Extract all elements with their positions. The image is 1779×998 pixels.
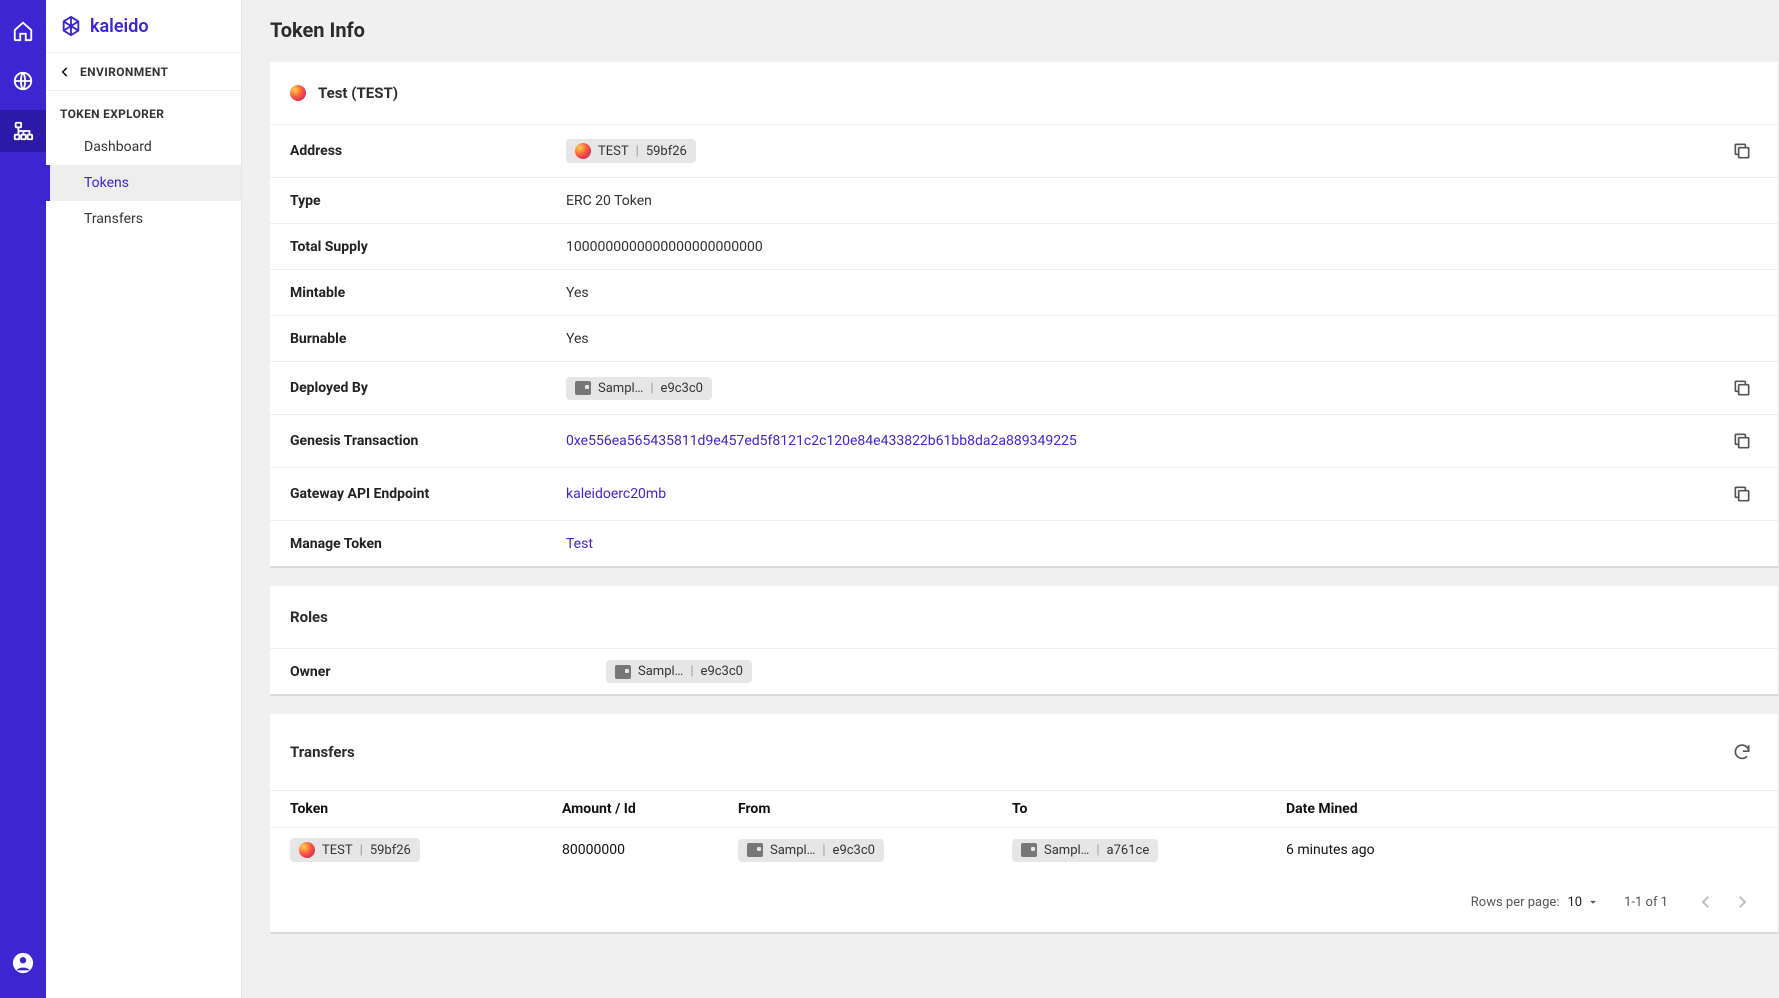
chip-name: Sampl… <box>638 664 683 679</box>
wallet-icon <box>575 381 591 395</box>
home-icon <box>12 20 34 42</box>
environment-label: ENVIRONMENT <box>80 65 168 79</box>
genesis-link[interactable]: 0xe556ea565435811d9e457ed5f8121c2c120e84… <box>566 433 1726 449</box>
burnable-value: Yes <box>566 331 1758 347</box>
chevron-left-icon <box>1697 893 1715 911</box>
type-value: ERC 20 Token <box>566 193 1758 209</box>
col-from: From <box>738 801 1012 817</box>
copy-icon <box>1732 141 1752 161</box>
deployed-chip[interactable]: Sampl… | e9c3c0 <box>566 377 712 400</box>
network-icon <box>12 120 34 142</box>
prev-page-button[interactable] <box>1692 888 1720 916</box>
chip-name: TEST <box>322 843 353 858</box>
wallet-icon <box>1021 843 1037 857</box>
copy-icon <box>1732 378 1752 398</box>
person-icon <box>12 952 34 974</box>
supply-label: Total Supply <box>290 239 566 255</box>
chip-id: e9c3c0 <box>833 843 875 858</box>
transfers-card: Transfers Token Amount / Id From To Date… <box>270 714 1779 934</box>
roles-title: Roles <box>290 608 328 626</box>
chip-id: e9c3c0 <box>701 664 743 679</box>
brand-logo[interactable]: kaleido <box>46 0 241 53</box>
next-page-button[interactable] <box>1728 888 1756 916</box>
token-swatch-icon <box>290 85 306 101</box>
rpp-label: Rows per page: <box>1471 895 1560 910</box>
rail-account[interactable] <box>0 942 46 984</box>
copy-gateway-button[interactable] <box>1726 478 1758 510</box>
chip-name: Sampl… <box>598 381 643 396</box>
wallet-icon <box>747 843 763 857</box>
deployed-label: Deployed By <box>290 380 566 396</box>
manage-link[interactable]: Test <box>566 536 1758 552</box>
page-range: 1-1 of 1 <box>1624 895 1668 910</box>
token-title: Test (TEST) <box>318 84 398 102</box>
gateway-link[interactable]: kaleidoerc20mb <box>566 486 1726 502</box>
col-to: To <box>1012 801 1286 817</box>
rpp-select[interactable]: 10 <box>1567 895 1600 910</box>
copy-icon <box>1732 431 1752 451</box>
main-content: Token Info Test (TEST) Address TEST | 59… <box>242 0 1779 998</box>
table-pager: Rows per page: 10 1-1 of 1 <box>270 872 1778 932</box>
row-date: 6 minutes ago <box>1286 842 1758 858</box>
roles-card: Roles Owner Sampl… | e9c3c0 <box>270 586 1779 696</box>
token-swatch-icon <box>299 842 315 858</box>
brand-name: kaleido <box>90 16 149 37</box>
col-token: Token <box>290 801 562 817</box>
row-from-chip[interactable]: Sampl… | e9c3c0 <box>738 839 884 862</box>
chip-id: a761ce <box>1107 843 1150 858</box>
manage-label: Manage Token <box>290 536 566 552</box>
sidebar: kaleido ENVIRONMENT TOKEN EXPLORER Dashb… <box>46 0 242 998</box>
burnable-label: Burnable <box>290 331 566 347</box>
row-amount: 80000000 <box>562 842 738 858</box>
rail-home[interactable] <box>0 10 46 52</box>
section-label: TOKEN EXPLORER <box>46 91 241 129</box>
genesis-label: Genesis Transaction <box>290 433 566 449</box>
chip-id: 59bf26 <box>646 144 687 159</box>
address-label: Address <box>290 143 566 159</box>
owner-label: Owner <box>290 664 606 680</box>
col-amount: Amount / Id <box>562 801 738 817</box>
token-info-card: Test (TEST) Address TEST | 59bf26 <box>270 62 1779 568</box>
copy-genesis-button[interactable] <box>1726 425 1758 457</box>
nav-dashboard[interactable]: Dashboard <box>46 129 241 165</box>
gateway-label: Gateway API Endpoint <box>290 486 566 502</box>
rpp-value: 10 <box>1567 895 1582 910</box>
rail-network[interactable] <box>0 110 46 152</box>
chip-name: TEST <box>598 144 629 159</box>
chip-name: Sampl… <box>770 843 815 858</box>
transfers-table: Token Amount / Id From To Date Mined TES… <box>270 790 1778 872</box>
globe-icon <box>12 70 34 92</box>
chip-id: 59bf26 <box>370 843 411 858</box>
row-to-chip[interactable]: Sampl… | a761ce <box>1012 839 1158 862</box>
chevron-right-icon <box>1733 893 1751 911</box>
nav-tokens[interactable]: Tokens <box>46 165 241 201</box>
kaleido-logo-icon <box>60 15 82 37</box>
rail-globe[interactable] <box>0 60 46 102</box>
chip-id: e9c3c0 <box>661 381 703 396</box>
supply-value: 1000000000000000000000000 <box>566 239 1758 255</box>
owner-chip[interactable]: Sampl… | e9c3c0 <box>606 660 752 683</box>
nav-transfers[interactable]: Transfers <box>46 201 241 237</box>
environment-back[interactable]: ENVIRONMENT <box>46 53 241 91</box>
copy-deployed-button[interactable] <box>1726 372 1758 404</box>
wallet-icon <box>615 665 631 679</box>
nav-rail <box>0 0 46 998</box>
table-row[interactable]: TEST | 59bf26 80000000 Sampl… | e9c3c0 <box>270 827 1778 872</box>
page-title: Token Info <box>270 18 1779 42</box>
chip-name: Sampl… <box>1044 843 1089 858</box>
type-label: Type <box>290 193 566 209</box>
copy-icon <box>1732 484 1752 504</box>
chevron-left-icon <box>58 65 72 79</box>
mintable-label: Mintable <box>290 285 566 301</box>
refresh-icon <box>1732 742 1752 762</box>
token-swatch-icon <box>575 143 591 159</box>
row-token-chip[interactable]: TEST | 59bf26 <box>290 838 420 862</box>
copy-address-button[interactable] <box>1726 135 1758 167</box>
address-chip[interactable]: TEST | 59bf26 <box>566 139 696 163</box>
mintable-value: Yes <box>566 285 1758 301</box>
refresh-button[interactable] <box>1726 736 1758 768</box>
col-date: Date Mined <box>1286 801 1758 817</box>
caret-down-icon <box>1586 895 1600 909</box>
transfers-title: Transfers <box>290 743 355 761</box>
